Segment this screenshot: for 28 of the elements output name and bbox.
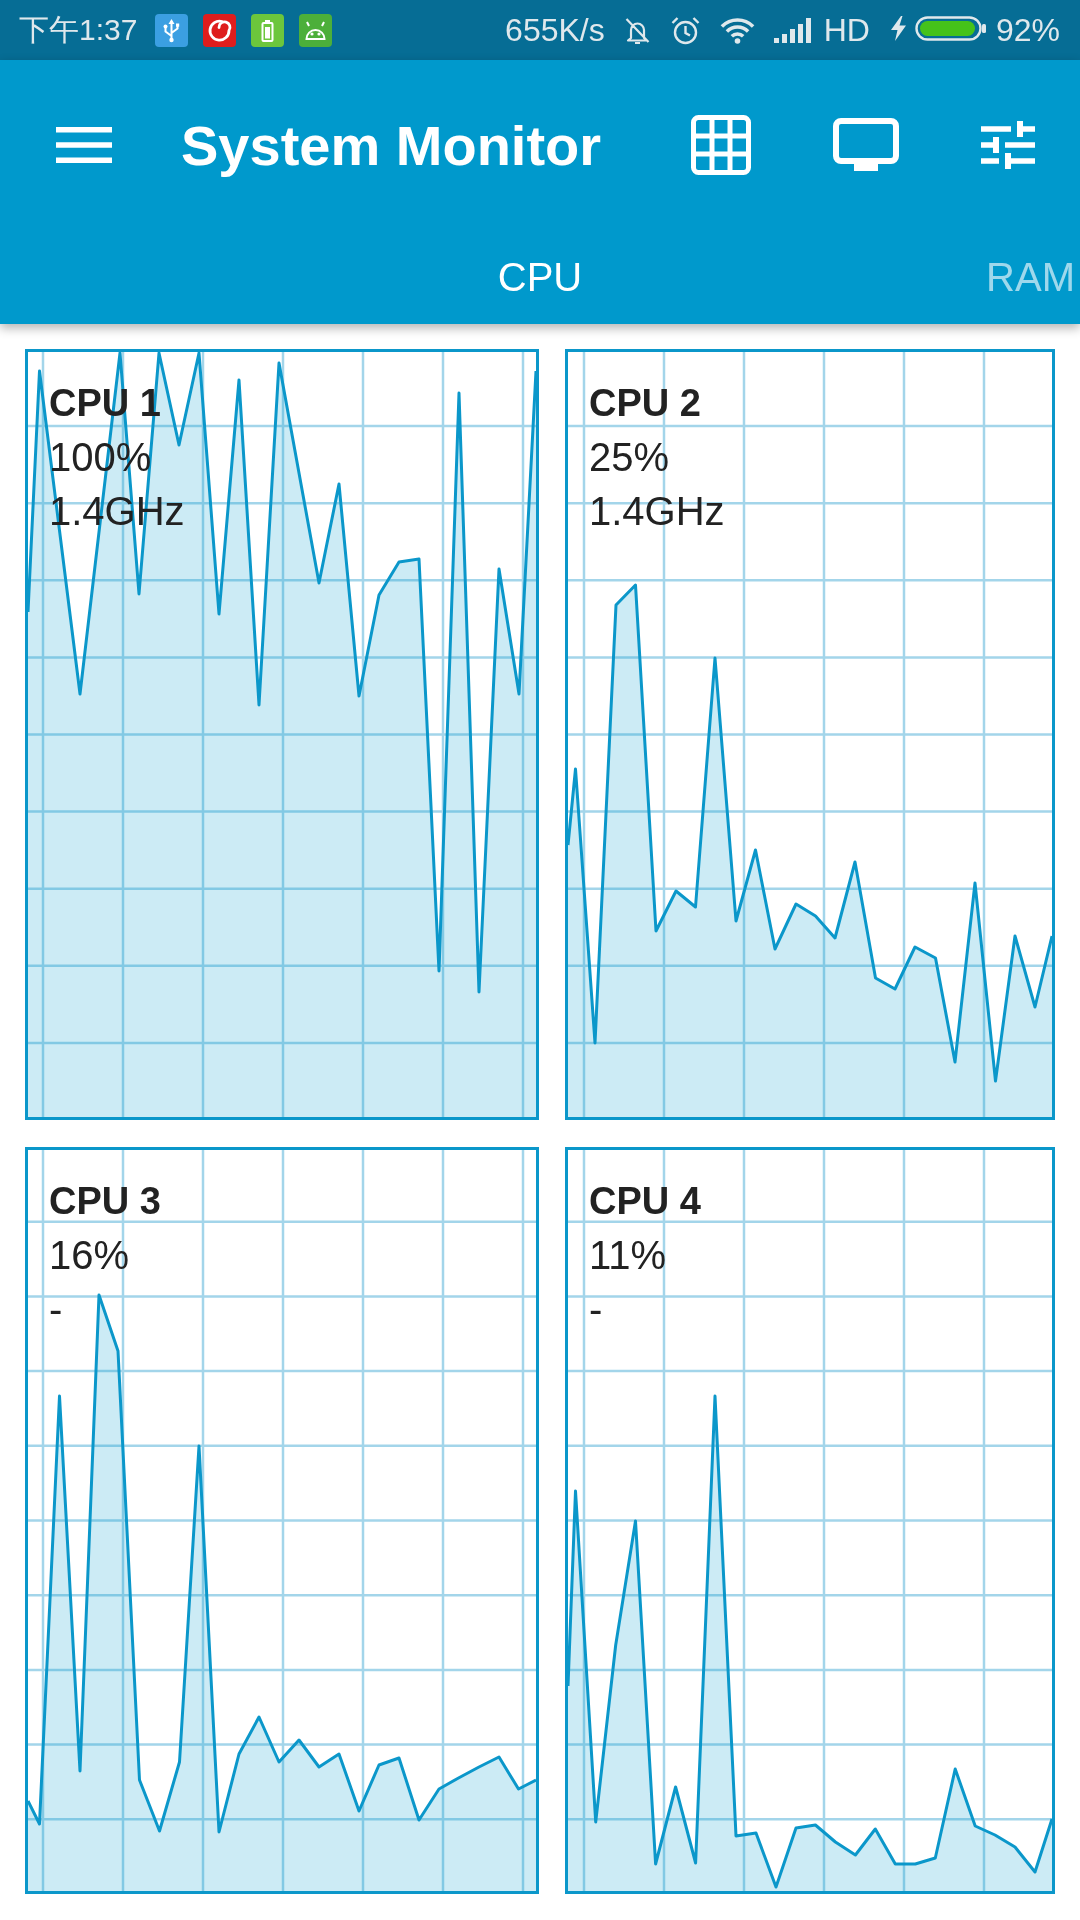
tab[interactable]: RAM <box>984 254 1077 300</box>
tab[interactable]: CPU <box>495 254 585 300</box>
usb-icon <box>155 13 189 47</box>
core-usage-percent: 25% <box>589 434 670 481</box>
core-name: CPU 4 <box>589 1179 701 1224</box>
battery-app-icon <box>251 13 285 47</box>
swirl-icon <box>203 13 237 47</box>
core-frequency: - <box>589 1286 603 1333</box>
core-name: CPU 3 <box>49 1179 161 1224</box>
battery-icon <box>914 15 986 41</box>
core-name: CPU 2 <box>589 381 701 426</box>
grid-icon[interactable] <box>691 115 751 175</box>
network-type: HD <box>823 11 870 49</box>
core-usage-percent: 16% <box>49 1232 130 1279</box>
sliders-icon[interactable] <box>981 121 1035 169</box>
robot-face-icon <box>299 13 333 47</box>
core-frequency: - <box>49 1286 63 1333</box>
charging-bolt-icon <box>890 15 906 41</box>
monitor-icon[interactable] <box>833 118 899 172</box>
app-title: System Monitor <box>181 112 602 178</box>
battery-percent: 92% <box>995 11 1060 49</box>
signal-icon <box>773 17 812 43</box>
network-speed: 655K/s <box>505 11 605 49</box>
core-usage-percent: 11% <box>589 1232 667 1279</box>
alarm-clock-icon <box>669 14 701 46</box>
menu-icon[interactable] <box>56 127 112 163</box>
status-time: 下午1:37 <box>19 11 138 48</box>
core-frequency: 1.4GHz <box>589 488 725 535</box>
